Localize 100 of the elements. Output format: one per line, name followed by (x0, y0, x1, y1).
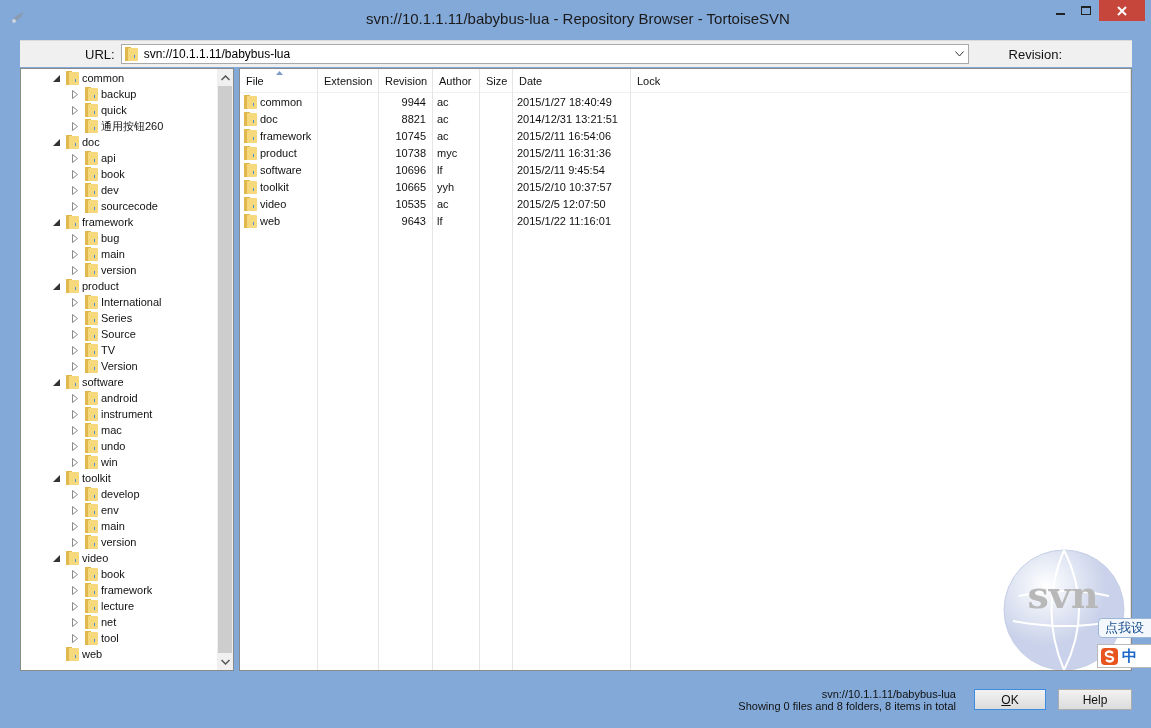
expanded-arrow-icon[interactable] (52, 474, 60, 482)
expanded-arrow-icon[interactable] (52, 554, 60, 562)
collapsed-arrow-icon[interactable] (72, 425, 78, 435)
column-header[interactable]: Author (433, 69, 480, 93)
tree-item[interactable]: framework (82, 216, 134, 228)
collapsed-arrow-icon[interactable] (72, 601, 78, 611)
tree-item[interactable]: web (82, 648, 103, 660)
url-combo-box[interactable]: svn://10.1.1.11/babybus-lua (120, 44, 969, 64)
tree-item[interactable]: toolkit (82, 472, 111, 484)
tree-item[interactable]: backup (101, 88, 137, 100)
collapsed-arrow-icon[interactable] (72, 633, 78, 643)
tree-item[interactable]: instrument (101, 408, 153, 420)
tree-item[interactable]: quick (101, 104, 127, 116)
close-button[interactable] (1099, 0, 1145, 21)
file-name-cell[interactable]: framework (240, 127, 318, 144)
column-header[interactable]: File (240, 69, 318, 93)
tree-item[interactable]: env (101, 504, 119, 516)
collapsed-arrow-icon[interactable] (72, 185, 78, 195)
tree-item[interactable]: dev (101, 184, 119, 196)
collapsed-arrow-icon[interactable] (72, 105, 78, 115)
tree-item[interactable]: version (101, 264, 137, 276)
collapsed-arrow-icon[interactable] (72, 585, 78, 595)
tree-item[interactable]: undo (101, 440, 126, 452)
tree-item[interactable]: version (101, 536, 137, 548)
tree-item[interactable]: api (101, 152, 116, 164)
ime-toolbar[interactable]: 中 (1097, 644, 1151, 668)
tree-item[interactable]: android (101, 392, 138, 404)
ok-button[interactable]: OK (974, 689, 1046, 710)
expanded-arrow-icon[interactable] (52, 218, 60, 226)
collapsed-arrow-icon[interactable] (72, 537, 78, 547)
collapsed-arrow-icon[interactable] (72, 409, 78, 419)
collapsed-arrow-icon[interactable] (72, 521, 78, 531)
column-header[interactable]: Size (480, 69, 513, 93)
expanded-arrow-icon[interactable] (52, 378, 60, 386)
file-name-cell[interactable]: video (240, 195, 318, 212)
tree-item[interactable]: bug (101, 232, 120, 244)
expanded-arrow-icon[interactable] (52, 138, 60, 146)
collapsed-arrow-icon[interactable] (72, 457, 78, 467)
help-button[interactable]: Help (1058, 689, 1132, 710)
tree-item[interactable]: win (101, 456, 118, 468)
tree-item[interactable]: doc (82, 136, 100, 148)
table-cell: 2015/2/10 10:37:57 (513, 178, 631, 195)
scrollbar[interactable] (217, 69, 233, 670)
expanded-arrow-icon[interactable] (52, 282, 60, 290)
tree-item[interactable]: TV (101, 344, 116, 356)
tree-item[interactable]: framework (101, 584, 153, 596)
file-name-cell[interactable]: product (240, 144, 318, 161)
collapsed-arrow-icon[interactable] (72, 201, 78, 211)
column-header[interactable]: Revision (379, 69, 433, 93)
column-header[interactable]: Lock (631, 69, 1131, 93)
tree-item[interactable]: software (82, 376, 124, 388)
tree-item[interactable]: 通用按钮260 (101, 118, 164, 134)
tree-item[interactable]: lecture (101, 600, 135, 612)
collapsed-arrow-icon[interactable] (72, 361, 78, 371)
collapsed-arrow-icon[interactable] (72, 393, 78, 403)
tree-item[interactable]: main (101, 248, 125, 260)
tree-item[interactable]: develop (101, 488, 140, 500)
collapsed-arrow-icon[interactable] (72, 169, 78, 179)
tree-item[interactable]: net (101, 616, 117, 628)
collapsed-arrow-icon[interactable] (72, 345, 78, 355)
collapsed-arrow-icon[interactable] (72, 329, 78, 339)
tree-item[interactable]: mac (101, 424, 122, 436)
collapsed-arrow-icon[interactable] (72, 249, 78, 259)
file-name-cell[interactable]: web (240, 212, 318, 229)
column-header[interactable]: Extension (318, 69, 379, 93)
tree-item[interactable]: main (101, 520, 125, 532)
collapsed-arrow-icon[interactable] (72, 153, 78, 163)
tree-item[interactable]: book (101, 568, 125, 580)
expanded-arrow-icon[interactable] (52, 74, 60, 82)
tree-item[interactable]: sourcecode (101, 200, 158, 212)
collapsed-arrow-icon[interactable] (72, 313, 78, 323)
collapsed-arrow-icon[interactable] (72, 265, 78, 275)
collapsed-arrow-icon[interactable] (72, 297, 78, 307)
collapsed-arrow-icon[interactable] (72, 617, 78, 627)
file-name-cell[interactable]: doc (240, 110, 318, 127)
folder-icon (66, 214, 79, 230)
collapsed-arrow-icon[interactable] (72, 489, 78, 499)
collapsed-arrow-icon[interactable] (72, 89, 78, 99)
collapsed-arrow-icon[interactable] (72, 233, 78, 243)
collapsed-arrow-icon[interactable] (72, 441, 78, 451)
tree-item[interactable]: Source (101, 328, 136, 340)
ime-tooltip[interactable]: 点我设 (1098, 618, 1151, 638)
tree-item[interactable]: Series (101, 312, 133, 324)
tree-item[interactable]: common (82, 72, 125, 84)
tree-item[interactable]: product (82, 280, 119, 292)
collapsed-arrow-icon[interactable] (72, 505, 78, 515)
tree-item[interactable]: tool (101, 632, 119, 644)
tree-item[interactable]: video (82, 552, 109, 564)
file-name-cell[interactable]: toolkit (240, 178, 318, 195)
column-header[interactable]: Date (513, 69, 631, 93)
dropdown-caret-icon[interactable] (954, 51, 964, 57)
tree-item[interactable]: International (101, 296, 162, 308)
tree-item[interactable]: book (101, 168, 125, 180)
file-name-cell[interactable]: common (240, 93, 318, 110)
file-name-cell[interactable]: software (240, 161, 318, 178)
ime-mode-label[interactable]: 中 (1122, 646, 1137, 666)
tree-item[interactable]: Version (101, 360, 138, 372)
collapsed-arrow-icon[interactable] (72, 121, 78, 131)
collapsed-arrow-icon[interactable] (72, 569, 78, 579)
table-cell: 2015/1/27 18:40:49 (513, 93, 631, 110)
